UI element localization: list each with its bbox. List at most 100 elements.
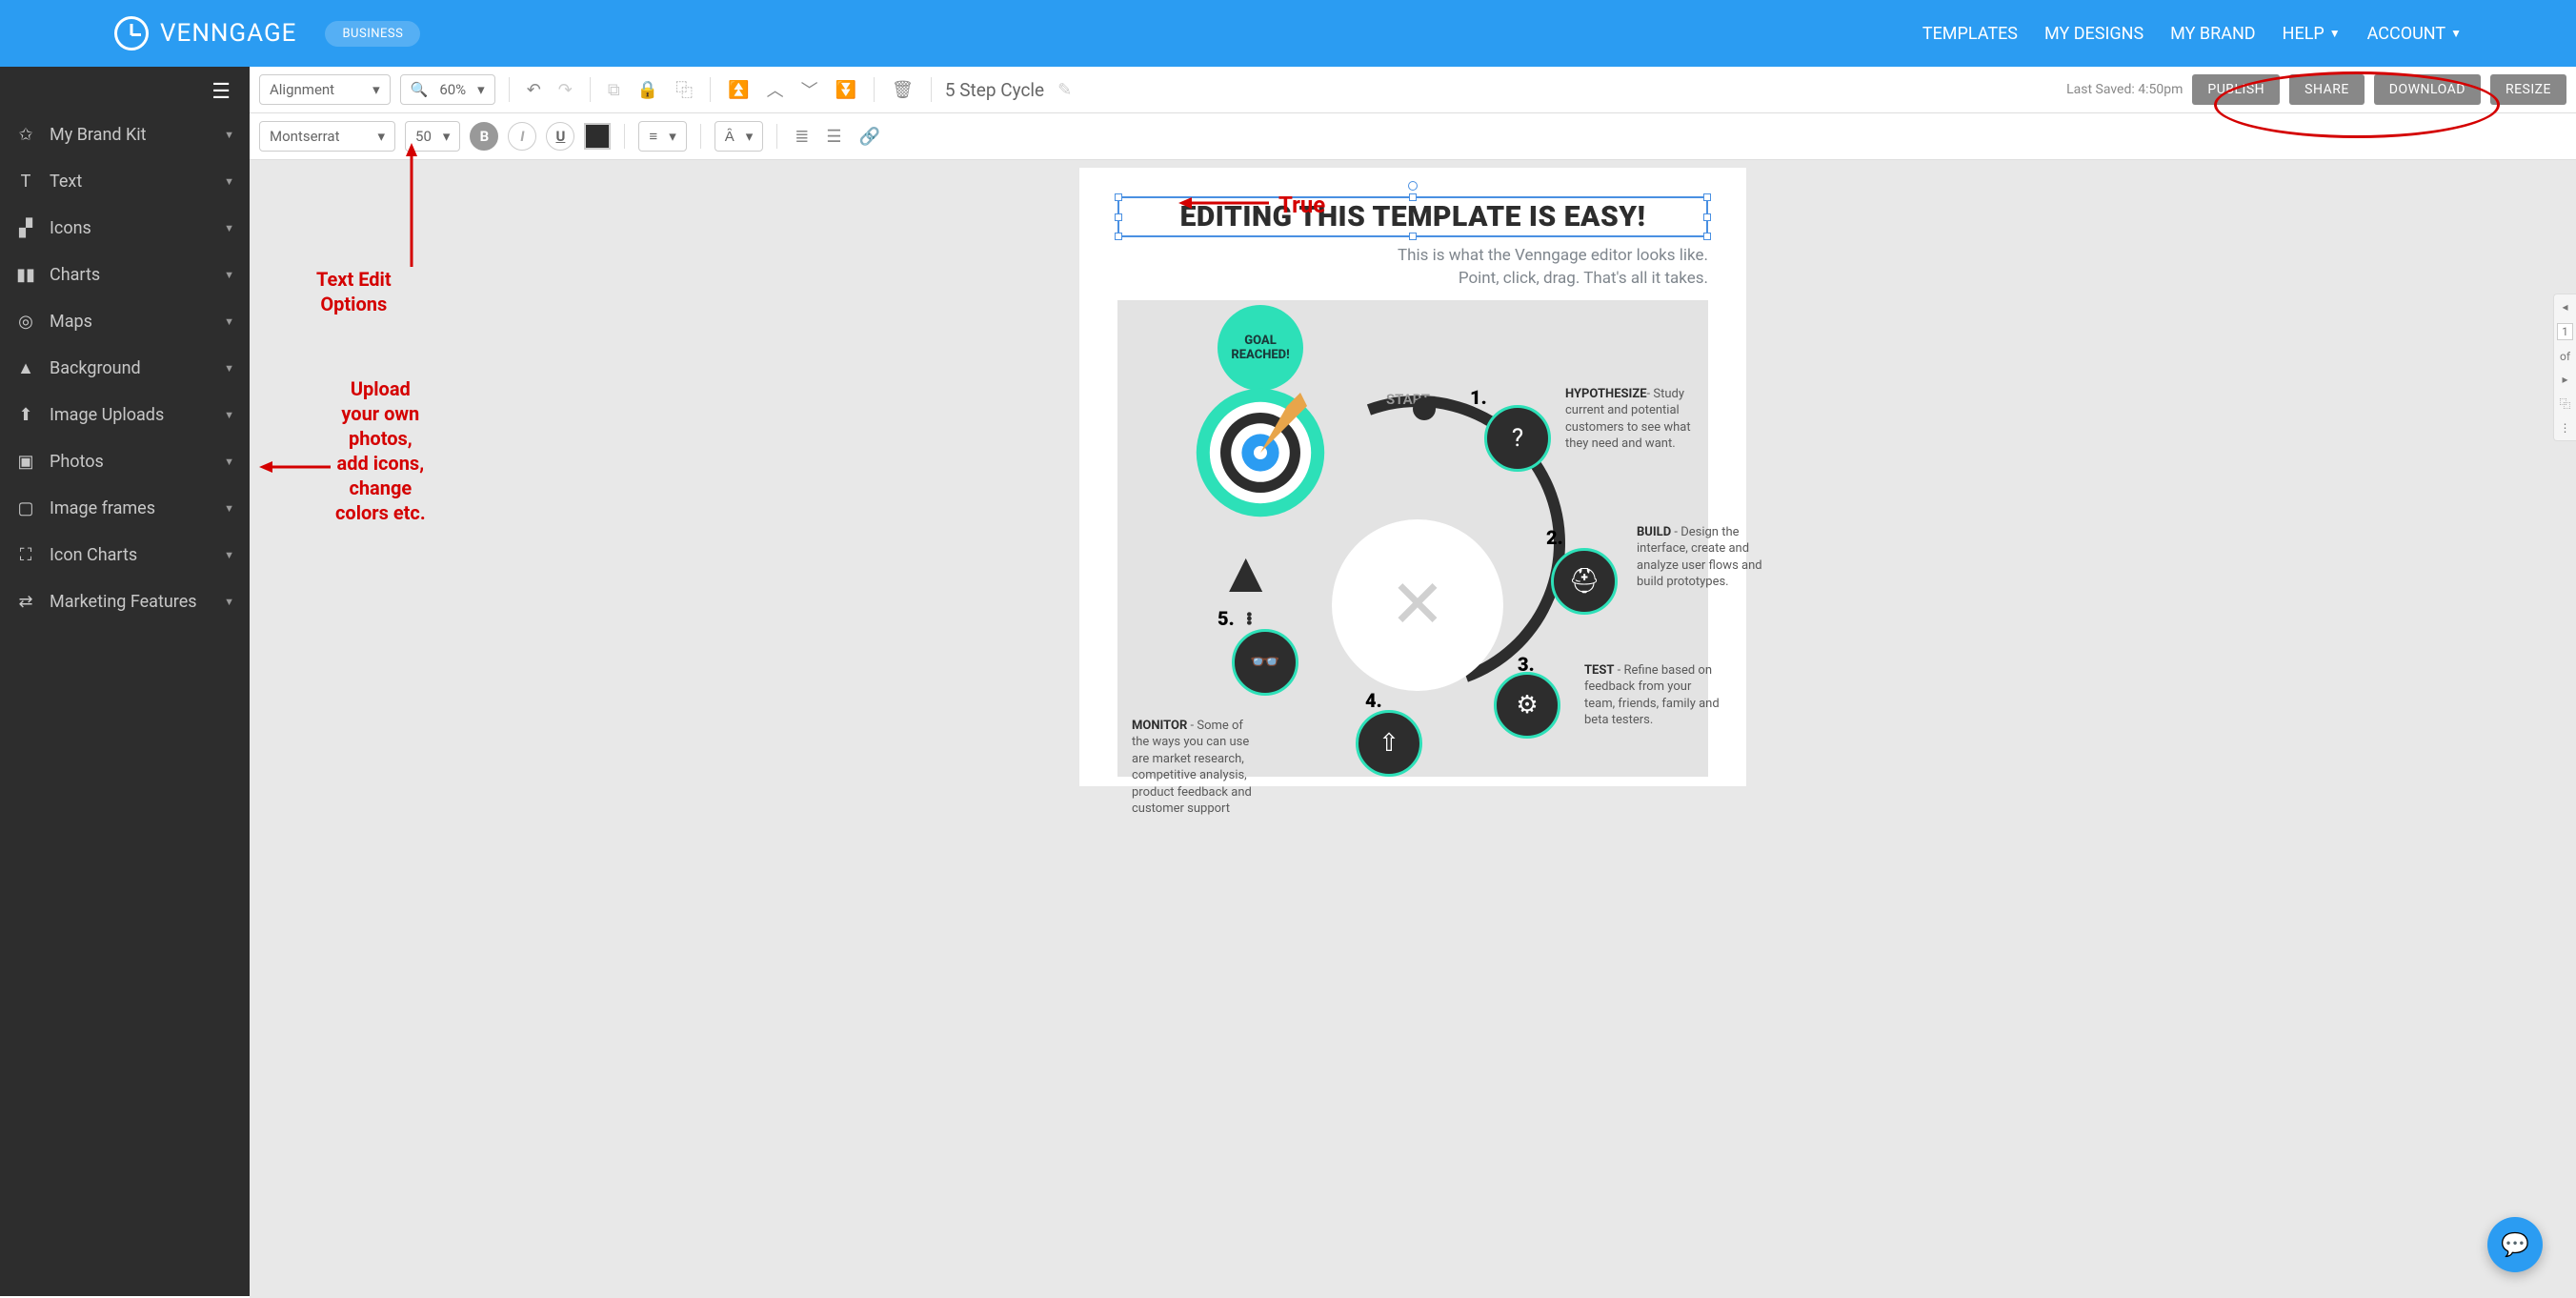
caret-down-icon: ▾ <box>746 128 754 145</box>
sidebar-item-charts[interactable]: ▮▮Charts▼ <box>0 252 250 298</box>
infographic-body[interactable]: GOALREACHED! ✕ START 1. ? HYPOTHESIZE- S… <box>1117 300 1708 777</box>
download-button[interactable]: DOWNLOAD <box>2374 74 2481 105</box>
step-node-3[interactable]: ⚙ <box>1494 672 1560 739</box>
sidebar-item-text[interactable]: TText▼ <box>0 158 250 205</box>
design-canvas[interactable]: EDITING THIS TEMPLATE IS EASY! This is w… <box>1079 168 1746 786</box>
step-node-1[interactable]: ? <box>1484 405 1551 472</box>
caret-down-icon: ▾ <box>669 128 676 145</box>
step-text[interactable]: TEST - Refine based on feedback from you… <box>1584 662 1722 729</box>
list-numbered-icon[interactable]: ≣ <box>791 125 813 149</box>
bold-button[interactable]: B <box>470 122 498 151</box>
last-saved: Last Saved: 4:50pm <box>2066 82 2183 97</box>
caret-down-icon: ▾ <box>443 128 451 145</box>
annotation-upload: Upload your own photos, add icons, chang… <box>335 376 426 525</box>
sidebar-item-marketing[interactable]: ⇄Marketing Features▼ <box>0 578 250 625</box>
page-dock[interactable]: ◂ 1 of ▸ ⿻ ⋮ <box>2553 294 2576 441</box>
collapse-icon[interactable]: ▸ <box>2562 373 2567 386</box>
arrange-front-icon[interactable]: ⏫ <box>724 78 753 102</box>
canvas-subtitle[interactable]: This is what the Venngage editor looks l… <box>1117 245 1708 291</box>
nav-mydesigns[interactable]: MY DESIGNS <box>2044 24 2143 44</box>
expand-icon[interactable]: ◂ <box>2562 300 2567 314</box>
sidebar-item-background[interactable]: ▲Background▼ <box>0 345 250 392</box>
rocket-icon: ⇧ <box>1379 729 1399 758</box>
resize-handle[interactable] <box>1115 213 1122 221</box>
resize-handle[interactable] <box>1703 233 1711 240</box>
goal-badge[interactable]: GOALREACHED! <box>1218 305 1303 391</box>
step-node-2[interactable]: ⛑ <box>1551 548 1618 615</box>
sidebar-item-icons[interactable]: ▞Icons▼ <box>0 205 250 252</box>
list-bullet-icon[interactable]: ☰ <box>822 125 845 149</box>
sidebar-item-frames[interactable]: ▢Image frames▼ <box>0 485 250 532</box>
toolbar-row-1: Alignment▾ 🔍60%▾ ↶ ↷ ⧉ 🔒 ⿻ ⏫ ︿ ﹀ ⏬ 🗑 5 S… <box>250 67 2576 113</box>
chevron-down-icon: ▼ <box>224 502 234 515</box>
nav-templates[interactable]: TEMPLATES <box>1922 24 2018 44</box>
hamburger-icon[interactable]: ☰ <box>0 67 250 112</box>
arrange-back-icon[interactable]: ⏬ <box>832 78 860 102</box>
tools-circle[interactable]: ✕ <box>1332 519 1503 691</box>
step-text[interactable]: MONITOR - Some of the ways you can use a… <box>1132 718 1260 818</box>
resize-handle[interactable] <box>1703 193 1711 201</box>
step-node-5[interactable]: 👓 <box>1232 629 1298 696</box>
resize-handle[interactable] <box>1409 193 1417 201</box>
zoom-dropdown[interactable]: 🔍60%▾ <box>400 74 495 105</box>
annotation-arrow <box>1178 189 1274 217</box>
caret-down-icon: ▼ <box>2329 27 2341 40</box>
delete-icon[interactable]: 🗑 <box>888 78 917 102</box>
copy-icon[interactable]: ⿻ <box>672 75 696 104</box>
rotate-handle[interactable] <box>1408 181 1418 191</box>
resize-handle[interactable] <box>1115 233 1122 240</box>
logo[interactable]: VENNGAGE <box>114 16 296 51</box>
left-sidebar: ☰ ✩My Brand Kit▼ TText▼ ▞Icons▼ ▮▮Charts… <box>0 67 250 1296</box>
gears-icon: ⚙ <box>1516 691 1538 720</box>
caret-down-icon: ▾ <box>377 128 385 145</box>
sidebar-item-photos[interactable]: ▣Photos▼ <box>0 438 250 485</box>
text-style-dropdown[interactable]: Ȃ▾ <box>714 121 764 152</box>
worker-icon: ⛑ <box>1568 567 1600 596</box>
text-align-dropdown[interactable]: ≡▾ <box>638 121 686 152</box>
arrange-down-icon[interactable]: ﹀ <box>797 75 822 104</box>
annotation-text-edit: Text Edit Options <box>316 267 392 316</box>
redo-icon[interactable]: ↷ <box>554 78 576 102</box>
resize-handle[interactable] <box>1115 193 1122 201</box>
step-text[interactable]: HYPOTHESIZE- Study current and potential… <box>1565 386 1703 453</box>
nav-mybrand[interactable]: MY BRAND <box>2170 24 2255 44</box>
sidebar-item-brandkit[interactable]: ✩My Brand Kit▼ <box>0 112 250 158</box>
undo-icon[interactable]: ↶ <box>523 78 545 102</box>
step-number: 5. <box>1218 607 1235 630</box>
step-text[interactable]: BUILD - Design the interface, create and… <box>1637 524 1775 591</box>
arrange-up-icon[interactable]: ︿ <box>763 75 788 104</box>
font-dropdown[interactable]: Montserrat▾ <box>259 121 395 152</box>
clock-icon <box>114 16 149 51</box>
document-title[interactable]: 5 Step Cycle <box>945 79 1044 101</box>
link-icon[interactable]: 🔗 <box>855 125 884 149</box>
resize-handle[interactable] <box>1409 233 1417 240</box>
publish-button[interactable]: PUBLISH <box>2192 74 2280 105</box>
resize-button[interactable]: RESIZE <box>2490 74 2566 105</box>
chevron-down-icon: ▼ <box>224 315 234 328</box>
group-icon[interactable]: ⧉ <box>604 78 624 102</box>
plan-badge[interactable]: BUSINESS <box>325 21 420 47</box>
sidebar-item-iconcharts[interactable]: ⛶Icon Charts▼ <box>0 532 250 578</box>
text-icon: T <box>15 172 36 192</box>
step-node-4[interactable]: ⇧ <box>1356 710 1422 777</box>
more-icon[interactable]: ⋮ <box>2560 421 2571 435</box>
text-color-picker[interactable] <box>584 123 611 150</box>
underline-button[interactable]: U <box>546 122 574 151</box>
start-dot <box>1413 397 1436 420</box>
nav-account[interactable]: ACCOUNT▼ <box>2367 24 2462 44</box>
chat-button[interactable]: 💬 <box>2487 1217 2543 1272</box>
copy-page-icon[interactable]: ⿻ <box>2559 395 2570 412</box>
sidebar-item-maps[interactable]: ◎Maps▼ <box>0 298 250 345</box>
chevron-down-icon: ▼ <box>224 222 234 234</box>
sidebar-item-uploads[interactable]: ⬆Image Uploads▼ <box>0 392 250 438</box>
caret-down-icon: ▼ <box>2450 27 2462 40</box>
resize-handle[interactable] <box>1703 213 1711 221</box>
share-button[interactable]: SHARE <box>2289 74 2365 105</box>
edit-title-icon[interactable]: ✎ <box>1054 78 1076 102</box>
brand-name: VENNGAGE <box>160 19 296 48</box>
alignment-dropdown[interactable]: Alignment▾ <box>259 74 391 105</box>
italic-button[interactable]: I <box>508 122 536 151</box>
canvas-area[interactable]: EDITING THIS TEMPLATE IS EASY! This is w… <box>250 160 2576 1298</box>
nav-help[interactable]: HELP▼ <box>2283 24 2341 44</box>
lock-icon[interactable]: 🔒 <box>634 78 662 102</box>
